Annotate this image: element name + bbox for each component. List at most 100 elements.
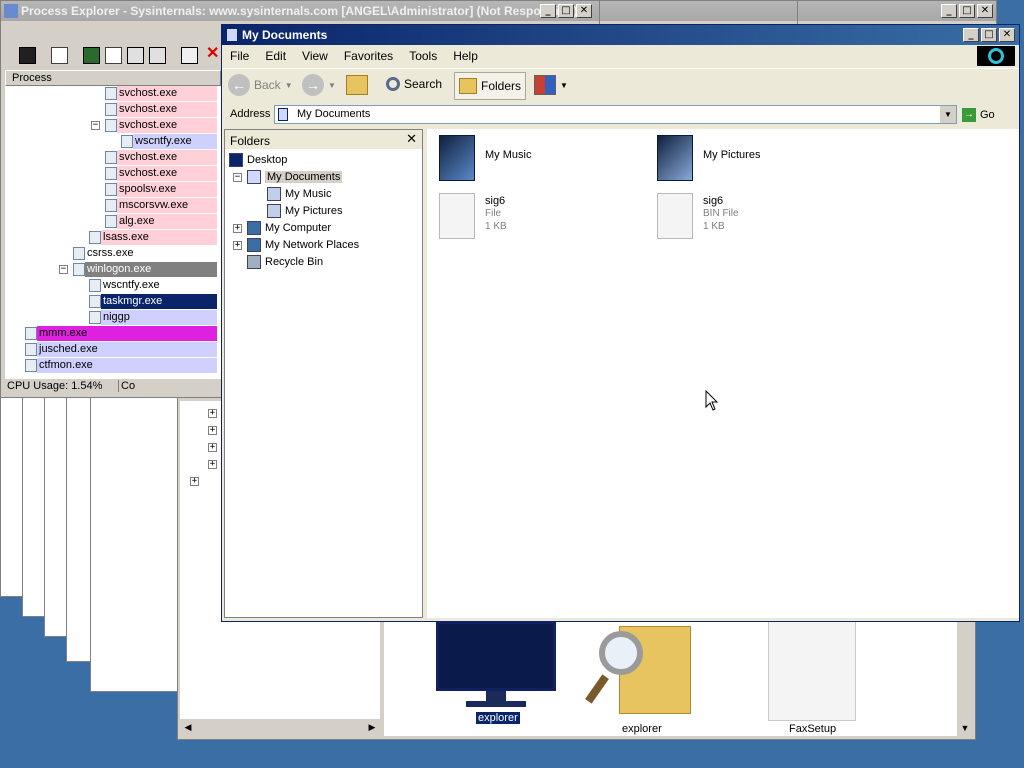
process-row[interactable]: svchost.exe	[105, 102, 217, 117]
close-icon[interactable]: ✕	[406, 131, 417, 147]
background-hscrollbar[interactable]: ◀ ▶	[180, 719, 380, 735]
process-row[interactable]: svchost.exe	[105, 150, 217, 165]
kill-process-icon[interactable]: ✕	[206, 43, 219, 63]
search-folder-icon[interactable]	[585, 616, 699, 716]
view-handles-icon[interactable]	[149, 47, 166, 64]
expand-icon[interactable]: +	[208, 443, 217, 452]
system-info-icon[interactable]	[83, 47, 100, 64]
expand-icon[interactable]: +	[208, 460, 217, 469]
search-button[interactable]: Search	[386, 77, 442, 91]
process-icon	[105, 214, 117, 228]
folder-item-label[interactable]: explorer	[622, 723, 662, 735]
expand-icon[interactable]: +	[190, 477, 199, 486]
cpu-usage-status: CPU Usage: 1.54%	[7, 380, 103, 392]
process-icon	[25, 342, 37, 356]
expand-icon[interactable]: +	[233, 224, 242, 233]
process-row[interactable]: lsass.exe	[89, 230, 217, 245]
process-row[interactable]: niggp	[89, 310, 217, 325]
folders-pane: Folders ✕ Desktop − My Documents My Music My…	[224, 129, 423, 618]
scroll-left-icon[interactable]: ◀	[180, 719, 196, 735]
folder-tree-item[interactable]: − My Documents	[233, 169, 343, 185]
up-folder-button[interactable]	[346, 75, 368, 95]
collapse-icon[interactable]: −	[233, 173, 242, 182]
folder-tree-item[interactable]: Desktop	[229, 152, 287, 168]
maximize-button[interactable]: □	[558, 4, 574, 18]
process-row[interactable]: − svchost.exe	[91, 118, 217, 133]
process-row[interactable]: taskmgr.exe	[89, 294, 217, 309]
minimize-button[interactable]: _	[963, 28, 979, 42]
back-button[interactable]: ← Back ▼	[228, 74, 293, 96]
menu-tools[interactable]: Tools	[401, 49, 445, 63]
folder-item-label[interactable]: FaxSetup	[789, 723, 836, 735]
folders-button[interactable]: Folders	[454, 72, 527, 100]
maximize-button[interactable]: □	[981, 28, 997, 42]
pe-column-header[interactable]: Process	[5, 70, 221, 86]
process-row[interactable]: ctfmon.exe	[25, 358, 217, 373]
folder-tree-item[interactable]: + My Computer	[233, 220, 331, 236]
folder-tree-item[interactable]: My Music	[267, 186, 331, 202]
go-button[interactable]: → Go	[962, 105, 1004, 124]
expand-icon[interactable]: +	[208, 426, 217, 435]
close-button[interactable]: ✕	[576, 4, 592, 18]
process-row[interactable]: mscorsvw.exe	[105, 198, 217, 213]
content-item[interactable]: My Music	[437, 133, 637, 185]
content-item[interactable]: My Pictures	[655, 133, 855, 185]
folder-tree-item[interactable]: Recycle Bin	[247, 254, 323, 270]
folder-tree-item[interactable]: + My Network Places	[233, 237, 359, 253]
maximize-button[interactable]: □	[959, 4, 975, 18]
process-name: mmm.exe	[37, 326, 217, 341]
menu-edit[interactable]: Edit	[257, 49, 294, 63]
process-name: svchost.exe	[117, 118, 217, 133]
process-row[interactable]: alg.exe	[105, 214, 217, 229]
content-item-type: File	[485, 208, 502, 219]
menu-view[interactable]: View	[294, 49, 336, 63]
process-row[interactable]: csrss.exe	[73, 246, 217, 261]
process-row[interactable]: jusched.exe	[25, 342, 217, 357]
forward-button[interactable]: → ▼	[302, 74, 336, 96]
collapse-icon[interactable]: −	[59, 265, 68, 274]
save-icon[interactable]	[19, 47, 36, 64]
expand-icon[interactable]: +	[208, 409, 217, 418]
music-folder-icon	[267, 187, 281, 202]
menu-help[interactable]: Help	[445, 49, 486, 63]
refresh-icon[interactable]	[51, 47, 68, 64]
process-row[interactable]: wscntfy.exe	[121, 134, 217, 149]
file-icon	[657, 193, 693, 239]
chevron-down-icon: ▼	[560, 80, 568, 90]
minimize-button[interactable]: _	[540, 4, 556, 18]
process-icon	[89, 310, 101, 324]
address-field[interactable]: My Documents ▼	[274, 105, 957, 124]
process-name: mscorsvw.exe	[117, 198, 217, 213]
content-item[interactable]: sig6 File 1 KB	[437, 191, 637, 243]
process-name: svchost.exe	[117, 86, 217, 101]
close-button[interactable]: ✕	[999, 28, 1015, 42]
properties-icon[interactable]	[181, 47, 198, 64]
folder-item-label[interactable]: explorer	[476, 712, 520, 724]
folder-tree-item[interactable]: My Pictures	[267, 203, 342, 219]
minimize-button[interactable]: _	[941, 4, 957, 18]
folders-pane-title: Folders	[230, 134, 271, 148]
scroll-down-icon[interactable]: ▼	[957, 720, 973, 736]
process-row[interactable]: wscntfy.exe	[89, 278, 217, 293]
collapse-icon[interactable]: −	[91, 121, 100, 130]
monitor-icon[interactable]	[436, 621, 556, 709]
view-dlls-icon[interactable]	[127, 47, 144, 64]
content-item[interactable]: sig6 BIN File 1 KB	[655, 191, 855, 243]
address-dropdown-icon[interactable]: ▼	[940, 106, 956, 123]
up-folder-icon	[346, 75, 368, 95]
folders-label: Folders	[481, 79, 522, 93]
menu-favorites[interactable]: Favorites	[336, 49, 401, 63]
menu-file[interactable]: File	[222, 49, 257, 63]
file-icon[interactable]	[768, 621, 856, 721]
close-button[interactable]: ✕	[977, 4, 993, 18]
properties-icon[interactable]	[105, 47, 122, 64]
scroll-right-icon[interactable]: ▶	[364, 719, 380, 735]
expand-icon[interactable]: +	[233, 241, 242, 250]
process-row[interactable]: mmm.exe	[25, 326, 217, 341]
process-row[interactable]: svchost.exe	[105, 86, 217, 101]
process-row[interactable]: svchost.exe	[105, 166, 217, 181]
content-item-name: My Pictures	[703, 149, 761, 161]
process-row[interactable]: − winlogon.exe	[59, 262, 217, 277]
views-button[interactable]: ▼	[534, 75, 568, 95]
process-row[interactable]: spoolsv.exe	[105, 182, 217, 197]
